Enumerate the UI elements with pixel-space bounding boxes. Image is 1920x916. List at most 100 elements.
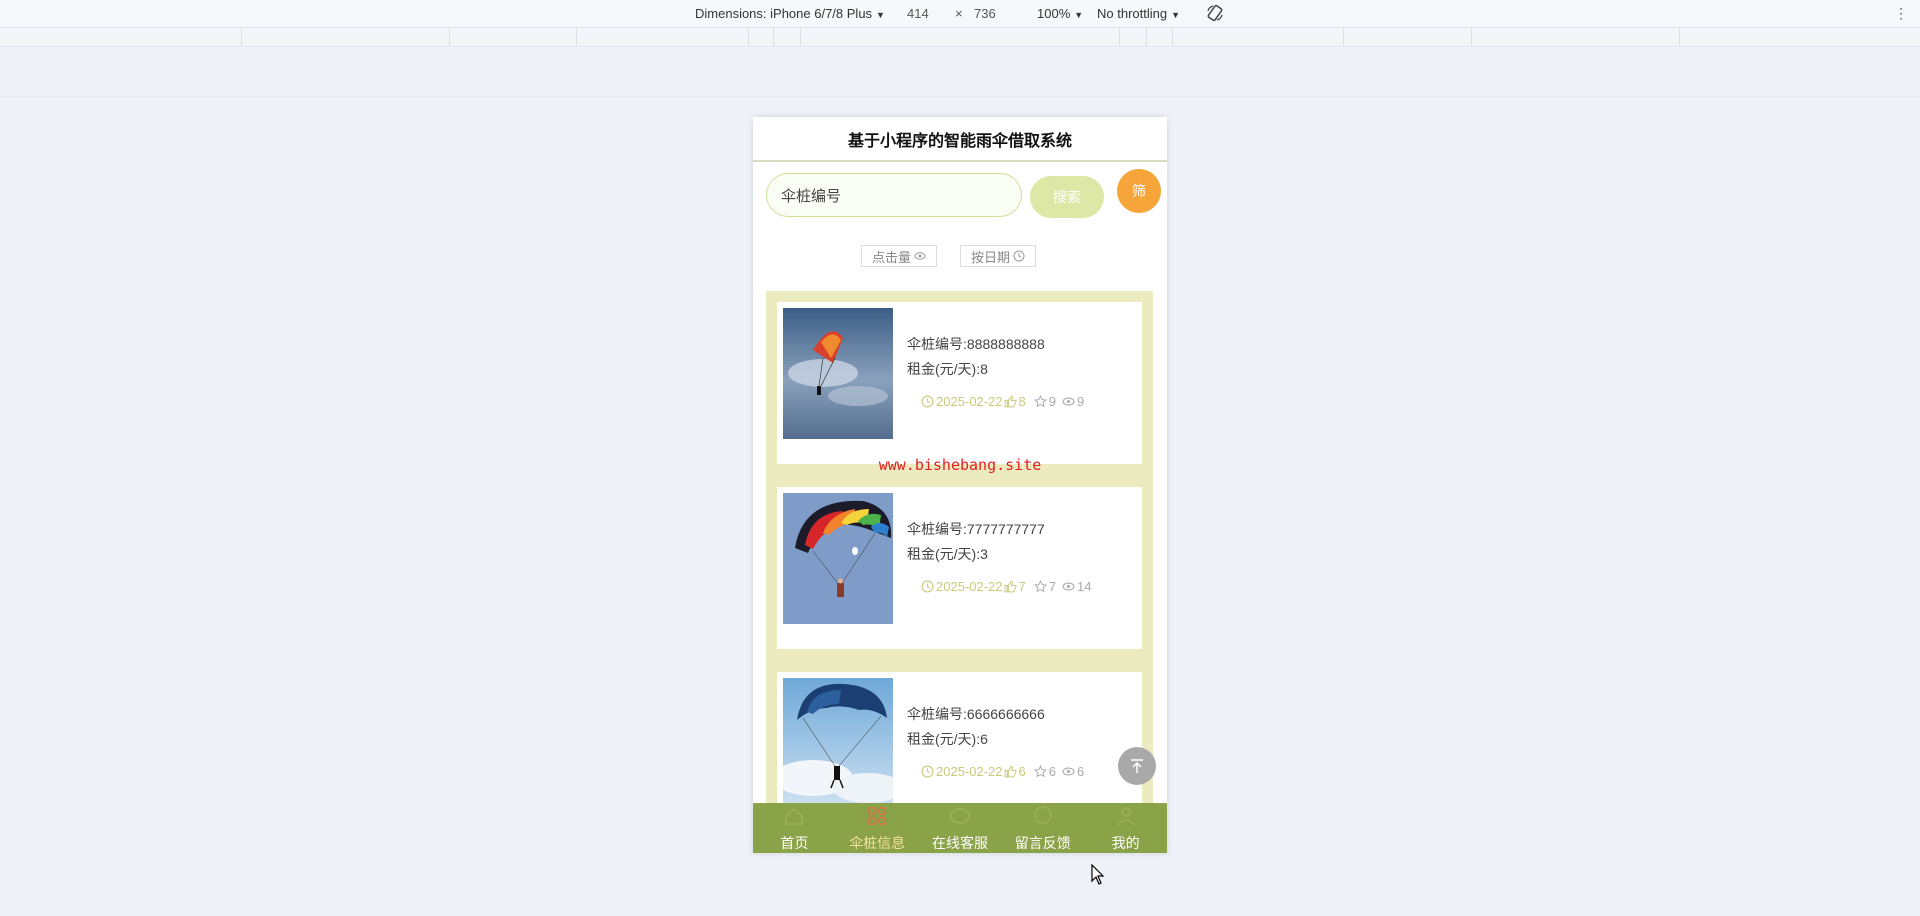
eye-icon [1062, 582, 1075, 591]
item-views: 9 [1062, 394, 1084, 409]
devtools-toolbar: Dimensions: iPhone 6/7/8 Plus ▼ 414 × 736… [0, 0, 1920, 28]
item-date-text: 2025-02-22 [936, 764, 1003, 779]
sort-by-clicks-button[interactable]: 点击量 [861, 245, 938, 267]
item-favorites-count: 7 [1048, 579, 1056, 594]
list-item[interactable]: 伞桩编号:7777777777 租金(元/天):3 2025-02-22 7 7… [777, 487, 1142, 649]
star-icon [1033, 395, 1047, 408]
throttling-select[interactable]: No throttling ▼ [1097, 6, 1180, 21]
sort-options: 点击量 按日期 [753, 245, 1167, 269]
item-favorites-count: 6 [1048, 764, 1056, 779]
item-likes: 8 [1004, 394, 1026, 409]
filter-button[interactable]: 筛 [1117, 169, 1161, 213]
search-button[interactable]: 搜索 [1030, 176, 1104, 218]
item-meta: 2025-02-22 6 6 6 [921, 764, 1084, 779]
user-icon [1117, 807, 1135, 826]
item-date-text: 2025-02-22 [936, 394, 1003, 409]
item-meta: 2025-02-22 8 9 9 [921, 394, 1084, 409]
chevron-down-icon: ▼ [1171, 10, 1181, 20]
tab-umbrella-info[interactable]: 伞桩信息 [836, 803, 919, 853]
device-label: Dimensions: iPhone 6/7/8 Plus [695, 6, 873, 21]
sort-by-date-label: 按日期 [971, 249, 1011, 265]
item-views-count: 14 [1076, 579, 1092, 594]
device-select[interactable]: Dimensions: iPhone 6/7/8 Plus ▼ [695, 6, 885, 21]
thumbs-up-icon [1004, 395, 1016, 408]
item-likes: 7 [1004, 579, 1026, 594]
item-date: 2025-02-22 [921, 394, 1003, 409]
item-rent: 租金(元/天):3 [907, 546, 988, 562]
divider [0, 96, 1920, 97]
tab-mine[interactable]: 我的 [1084, 803, 1167, 853]
more-options-icon[interactable]: ⋮ [1894, 4, 1908, 22]
star-icon [1033, 580, 1047, 593]
item-image [783, 678, 893, 809]
bottom-tab-bar: 首页 伞桩信息 在线客服 留言反馈 我的 [753, 803, 1167, 853]
chevron-down-icon: ▼ [876, 10, 885, 20]
item-likes-count: 6 [1018, 764, 1026, 779]
watermark: www.bishebang.site [878, 456, 1042, 474]
item-date: 2025-02-22 [921, 579, 1003, 594]
star-icon [1033, 765, 1047, 778]
zoom-label: 100% [1037, 6, 1071, 21]
clock-icon [921, 395, 934, 408]
phone-viewport: 基于小程序的智能雨伞借取系统 搜索 筛 点击量 按日期 伞桩编号:888888 [753, 117, 1167, 853]
clock-icon [921, 580, 934, 593]
item-views-count: 9 [1076, 394, 1085, 409]
tab-label: 首页 [780, 835, 809, 851]
item-views: 6 [1062, 764, 1084, 779]
sort-by-clicks-label: 点击量 [872, 249, 912, 265]
back-to-top-button[interactable] [1118, 747, 1156, 785]
tab-online-service[interactable]: 在线客服 [919, 803, 1002, 853]
item-image [783, 493, 893, 624]
item-rent: 租金(元/天):6 [907, 731, 988, 747]
width-input[interactable]: 414 [907, 6, 929, 21]
search-bar: 搜索 筛 [753, 169, 1167, 223]
tab-feedback[interactable]: 留言反馈 [1001, 803, 1084, 853]
item-code: 伞桩编号:8888888888 [907, 336, 1045, 352]
tab-label: 在线客服 [931, 835, 988, 851]
item-favorites-count: 9 [1048, 394, 1056, 409]
clock-icon [921, 765, 934, 778]
arrow-up-icon [1131, 759, 1143, 773]
tab-home[interactable]: 首页 [753, 803, 836, 853]
eye-icon [1062, 397, 1075, 406]
zoom-select[interactable]: 100% ▼ [1037, 6, 1083, 21]
clock-icon [1013, 250, 1025, 262]
tab-label: 留言反馈 [1014, 835, 1071, 851]
mouse-cursor-icon [1091, 864, 1105, 885]
search-input[interactable] [766, 173, 1022, 217]
tab-label: 伞桩信息 [849, 835, 906, 851]
page-title: 基于小程序的智能雨伞借取系统 [753, 117, 1167, 162]
thumbs-up-icon [1004, 765, 1016, 778]
item-image [783, 308, 893, 439]
item-likes-count: 7 [1018, 579, 1026, 594]
eye-icon [914, 252, 926, 260]
height-input[interactable]: 736 [974, 6, 996, 21]
grid-icon [867, 806, 887, 826]
item-favorites: 7 [1033, 579, 1056, 594]
eye-icon [1062, 767, 1075, 776]
item-date: 2025-02-22 [921, 764, 1003, 779]
times-sign: × [955, 6, 963, 21]
item-rent: 租金(元/天):8 [907, 361, 988, 377]
item-favorites: 9 [1033, 394, 1056, 409]
tab-label: 我的 [1111, 835, 1140, 851]
chevron-down-icon: ▼ [1074, 10, 1084, 20]
message-icon [1034, 806, 1052, 824]
item-date-text: 2025-02-22 [936, 579, 1003, 594]
rotate-icon[interactable] [1205, 3, 1225, 23]
item-likes-count: 8 [1018, 394, 1026, 409]
item-code: 伞桩编号:7777777777 [907, 521, 1045, 537]
item-code: 伞桩编号:6666666666 [907, 706, 1045, 722]
home-icon [785, 808, 804, 825]
throttling-label: No throttling [1097, 6, 1168, 21]
list-item[interactable]: 伞桩编号:8888888888 租金(元/天):8 2025-02-22 8 9… [777, 302, 1142, 464]
thumbs-up-icon [1004, 580, 1016, 593]
media-query-ruler [0, 28, 1920, 47]
item-meta: 2025-02-22 7 7 14 [921, 579, 1091, 594]
item-views: 14 [1062, 579, 1091, 594]
item-favorites: 6 [1033, 764, 1056, 779]
sort-by-date-button[interactable]: 按日期 [960, 245, 1037, 267]
item-likes: 6 [1004, 764, 1026, 779]
service-icon [950, 808, 970, 824]
item-views-count: 6 [1076, 764, 1085, 779]
